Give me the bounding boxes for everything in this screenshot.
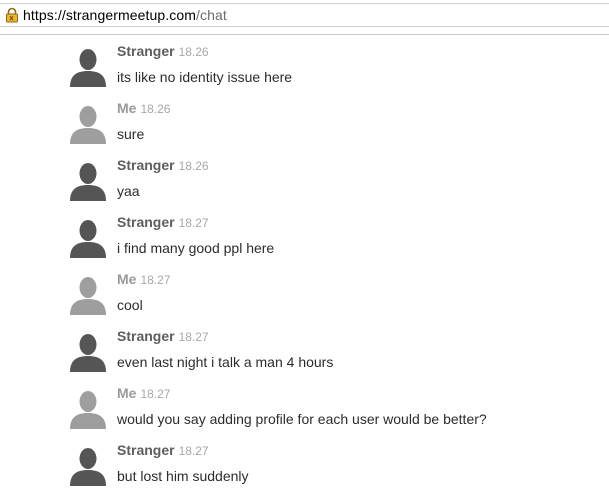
sender-name: Me (117, 385, 137, 401)
chat-message: Stranger 18.27 even last night i talk a ma… (0, 322, 609, 379)
message-header: Me 18.27 (117, 385, 170, 403)
message-header: Me 18.27 (117, 271, 170, 289)
user-avatar-icon (68, 47, 108, 87)
message-text: i find many good ppl here (117, 240, 275, 256)
user-avatar-icon (68, 332, 108, 372)
message-timestamp: 18.27 (140, 273, 171, 287)
message-timestamp: 18.27 (178, 444, 209, 458)
message-text: yaa (117, 183, 140, 199)
message-timestamp: 18.26 (178, 159, 209, 173)
message-text: even last night i talk a man 4 hours (117, 354, 334, 370)
user-avatar-icon (68, 389, 108, 429)
sender-name: Stranger (117, 214, 175, 230)
message-timestamp: 18.27 (178, 330, 209, 344)
message-header: Stranger 18.27 (117, 214, 209, 232)
message-text: would you say adding profile for each us… (117, 411, 487, 427)
user-avatar-icon (68, 161, 108, 201)
message-text: its like no identity issue here (117, 69, 293, 85)
message-timestamp: 18.27 (178, 216, 209, 230)
address-bar[interactable]: https://strangermeetup.com/chat (0, 0, 609, 35)
message-timestamp: 18.26 (178, 45, 209, 59)
chat-message: Stranger 18.26 yaa (0, 151, 609, 208)
chat-log: Stranger 18.26 its like no identity issue … (0, 37, 609, 493)
url-host: https://strangermeetup.com (23, 7, 197, 23)
lock-icon (4, 7, 20, 23)
message-header: Stranger 18.27 (117, 328, 209, 346)
chat-message: Stranger 18.26 its like no identity issue … (0, 37, 609, 94)
user-avatar-icon (68, 104, 108, 144)
message-timestamp: 18.27 (140, 387, 171, 401)
chat-message: Stranger 18.27 i find many good ppl here (0, 208, 609, 265)
message-timestamp: 18.26 (140, 102, 171, 116)
sender-name: Stranger (117, 157, 175, 173)
sender-name: Stranger (117, 442, 175, 458)
url-path: /chat (196, 7, 227, 23)
chat-message: Me 18.26 sure (0, 94, 609, 151)
url-text: https://strangermeetup.com/chat (23, 7, 227, 23)
user-avatar-icon (68, 275, 108, 315)
sender-name: Stranger (117, 328, 175, 344)
message-text: sure (117, 126, 145, 142)
chat-message: Me 18.27 cool (0, 265, 609, 322)
message-header: Stranger 18.26 (117, 43, 209, 61)
message-header: Stranger 18.27 (117, 442, 209, 460)
user-avatar-icon (68, 218, 108, 258)
message-header: Me 18.26 (117, 100, 170, 118)
chat-message: Me 18.27 would you say adding profile for … (0, 379, 609, 436)
message-text: cool (117, 297, 143, 313)
message-header: Stranger 18.26 (117, 157, 209, 175)
message-text: but lost him suddenly (117, 468, 249, 484)
user-avatar-icon (68, 446, 108, 486)
sender-name: Me (117, 271, 137, 287)
sender-name: Me (117, 100, 137, 116)
url-field[interactable]: https://strangermeetup.com/chat (0, 3, 609, 27)
chat-message: Stranger 18.27 but lost him suddenly (0, 436, 609, 493)
sender-name: Stranger (117, 43, 175, 59)
